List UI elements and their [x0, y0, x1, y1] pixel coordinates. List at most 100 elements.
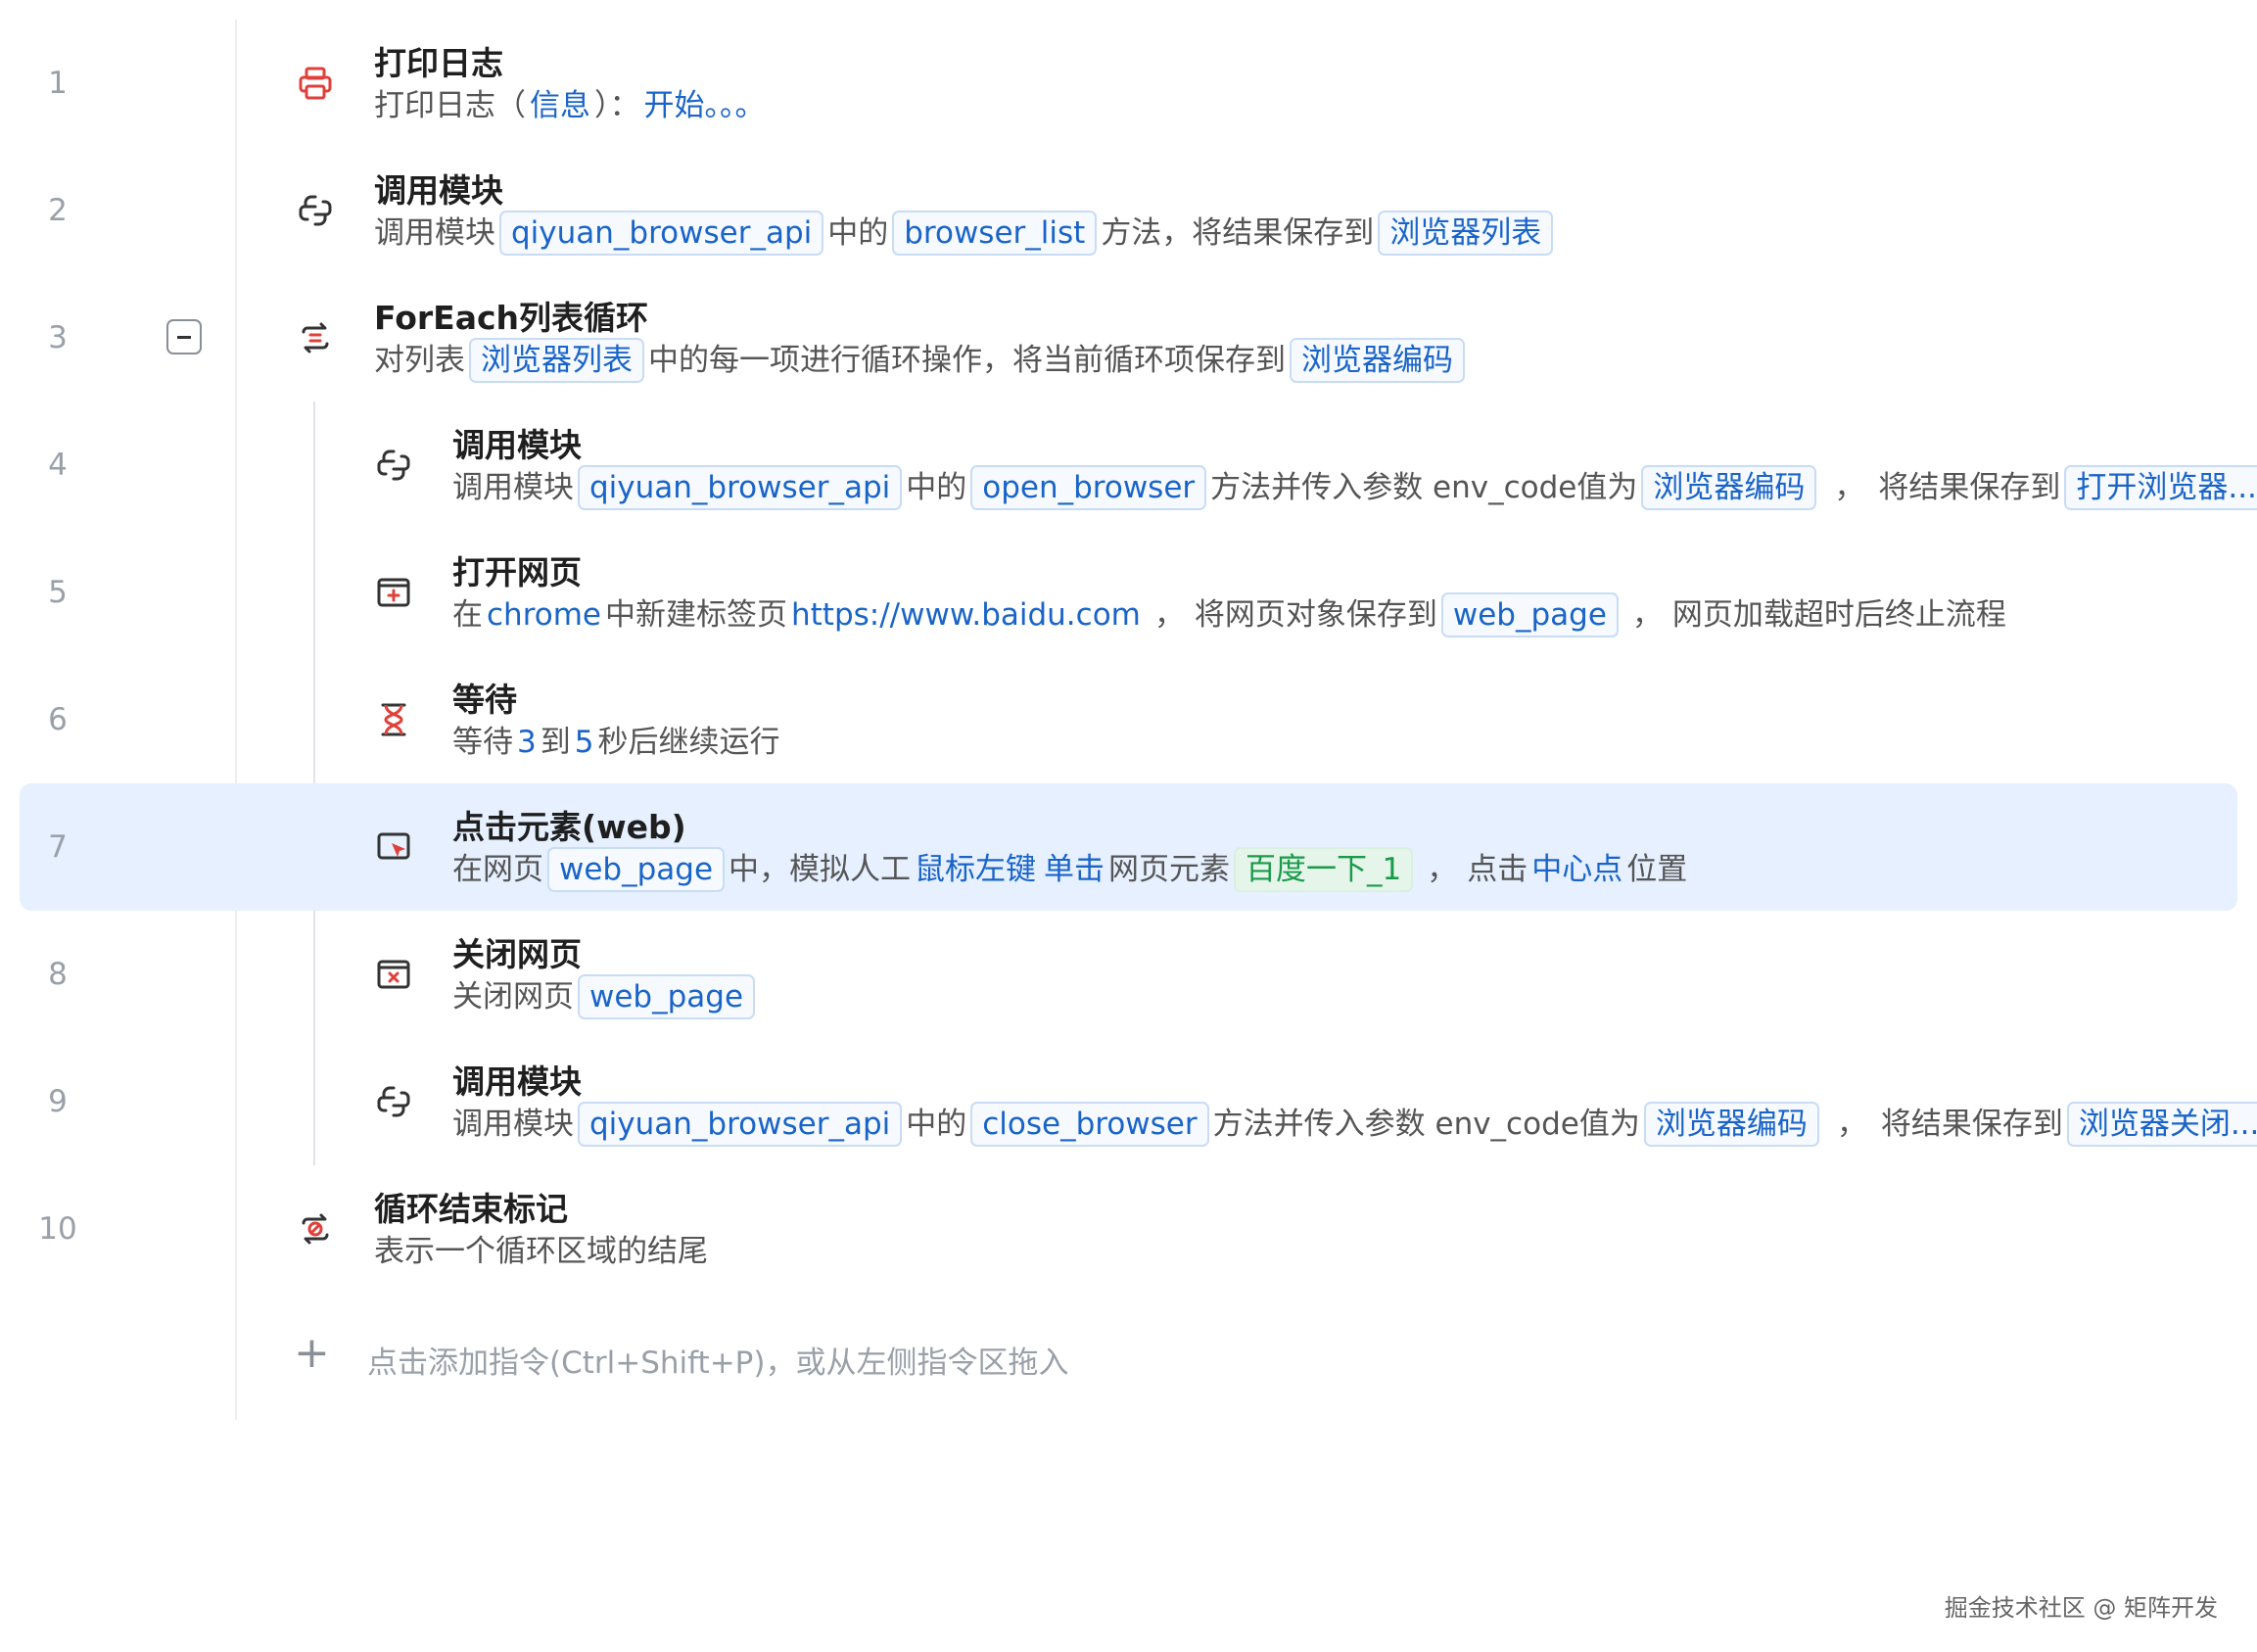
step-row-10[interactable]: 10 循环结束标记 表示一个循环区域的结尾: [0, 1165, 2257, 1293]
step-row-1[interactable]: 1 打印日志 打印日志（ 信息）： 开始。。。: [0, 20, 2257, 147]
step-title: 打印日志: [374, 44, 503, 82]
step-row-9[interactable]: 9 调用模块 调用模块 qiyuan_browser_api 中的 close_bro…: [0, 1038, 2257, 1165]
desc-text: 方法并传入参数 env_code值为: [1212, 1107, 1640, 1142]
desc-text: 将网页对象保存到: [1194, 597, 1437, 633]
step-row-8[interactable]: 8 关闭网页 关闭网页 web_page: [0, 911, 2257, 1038]
result-variable-tag[interactable]: 浏览器关闭...: [2066, 1102, 2257, 1147]
desc-text: 等待: [452, 725, 513, 760]
result-variable-tag[interactable]: 打开浏览器...: [2064, 465, 2257, 510]
desc-text: 将结果保存到: [1880, 1107, 2063, 1142]
module-tag[interactable]: qiyuan_browser_api: [578, 1102, 903, 1147]
desc-text: 表示一个循环区域的结尾: [374, 1234, 708, 1269]
param-variable-tag[interactable]: 浏览器编码: [1641, 465, 1817, 510]
desc-text: ，: [1836, 1107, 1867, 1142]
browser-type-value[interactable]: chrome: [487, 597, 601, 633]
line-number: 6: [48, 702, 68, 737]
mouse-button-value[interactable]: 鼠标左键: [915, 852, 1036, 887]
desc-text: 中新建标签页: [605, 597, 787, 633]
python-module-icon: [374, 446, 413, 485]
add-instruction-hint[interactable]: 点击添加指令(Ctrl+Shift+P)，或从左侧指令区拖入: [367, 1338, 1068, 1382]
step-row-2[interactable]: 2 调用模块 调用模块 qiyuan_browser_api 中的 browser_l…: [0, 147, 2257, 274]
method-tag[interactable]: open_browser: [970, 465, 1207, 510]
python-module-icon: [296, 191, 335, 230]
close-tab-icon: [374, 955, 413, 994]
desc-text: 点击: [1467, 852, 1528, 887]
step-title: 调用模块: [374, 171, 503, 210]
desc-text: 对列表: [374, 343, 465, 378]
line-number: 8: [48, 957, 68, 992]
open-tab-icon: [374, 573, 413, 612]
desc-text: 到: [540, 725, 571, 760]
desc-text: 打印日志（: [374, 88, 526, 123]
step-description: 对列表 浏览器列表 中的每一项进行循环操作，将当前循环项保存到 浏览器编码: [374, 337, 1469, 384]
step-title: 循环结束标记: [374, 1190, 568, 1228]
step-row-7[interactable]: 7 点击元素(web) 在网页 web_page 中，模拟人工 鼠标左键 单击 网页元素百…: [0, 783, 2257, 911]
click-type-value[interactable]: 单击: [1044, 852, 1105, 887]
step-description: 等待 3 到 5 秒后继续运行: [452, 719, 779, 766]
step-row-4[interactable]: 4 调用模块 调用模块 qiyuan_browser_api 中的 open_brow…: [0, 401, 2257, 529]
module-tag[interactable]: qiyuan_browser_api: [578, 465, 903, 510]
log-level-value[interactable]: 信息: [530, 88, 590, 123]
desc-text: 在网页: [452, 852, 543, 887]
step-title: 调用模块: [452, 1062, 582, 1101]
python-module-icon: [374, 1082, 413, 1121]
web-page-variable-tag[interactable]: web_page: [547, 847, 726, 892]
param-variable-tag[interactable]: 浏览器编码: [1643, 1102, 1819, 1147]
click-element-icon: [374, 827, 413, 867]
desc-text: 调用模块: [452, 1107, 574, 1142]
plus-icon[interactable]: +: [294, 1332, 330, 1375]
line-number: 2: [48, 193, 68, 228]
loop-end-icon: [296, 1209, 335, 1249]
desc-text: 秒后继续运行: [597, 725, 780, 760]
collapse-button[interactable]: [166, 319, 202, 354]
desc-text: 网页加载超时后终止流程: [1671, 597, 2006, 633]
add-instruction-row[interactable]: + 点击添加指令(Ctrl+Shift+P)，或从左侧指令区拖入: [0, 1293, 2257, 1420]
desc-text: 中的: [827, 215, 889, 251]
item-variable-tag[interactable]: 浏览器编码: [1290, 338, 1465, 383]
log-message-value[interactable]: 开始。。。: [644, 88, 766, 123]
desc-text: 中的: [906, 470, 967, 505]
line-number: 10: [38, 1211, 77, 1247]
line-number: 9: [48, 1084, 68, 1119]
step-description: 调用模块 qiyuan_browser_api 中的 close_browser 方法并…: [452, 1101, 2257, 1148]
step-row-3[interactable]: 3 ForEach列表循环 对列表 浏览器列表 中的每一项进行循环操作，将当前循环项…: [0, 274, 2257, 401]
desc-text: 位置: [1626, 852, 1688, 887]
step-title: 等待: [452, 681, 517, 719]
step-description: 在 chrome 中新建标签页 https://www.baidu.com，将网页对象…: [452, 591, 2006, 638]
step-description: 调用模块 qiyuan_browser_api 中的 browser_list 方法，将…: [374, 210, 1557, 257]
desc-text: ，: [1631, 597, 1663, 633]
line-number: 5: [48, 575, 68, 610]
method-tag[interactable]: browser_list: [892, 211, 1098, 256]
step-description: 调用模块 qiyuan_browser_api 中的 open_browser 方法并传…: [452, 464, 2257, 511]
step-description: 打印日志（ 信息）： 开始。。。: [374, 82, 770, 129]
desc-text: 方法并传入参数 env_code值为: [1210, 470, 1638, 505]
web-page-variable-tag[interactable]: web_page: [1440, 592, 1619, 637]
desc-text: 中的每一项进行循环操作，将当前循环项保存到: [648, 343, 1286, 378]
desc-text: ，: [1153, 597, 1185, 633]
result-variable-tag[interactable]: 浏览器列表: [1378, 211, 1554, 256]
desc-text: 将结果保存到: [1878, 470, 2061, 505]
step-title: 调用模块: [452, 426, 582, 464]
step-row-5[interactable]: 5 打开网页 在 chrome 中新建标签页 https://www.baidu.co…: [0, 529, 2257, 656]
desc-text: 网页元素: [1108, 852, 1231, 887]
step-row-6[interactable]: 6 等待 等待 3 到 5 秒后继续运行: [0, 656, 2257, 783]
step-title: ForEach列表循环: [374, 299, 649, 337]
loop-icon: [296, 318, 335, 357]
click-position-value[interactable]: 中心点: [1531, 852, 1622, 887]
desc-text: 关闭网页: [452, 979, 574, 1015]
desc-text: ，: [1834, 470, 1865, 505]
step-title: 关闭网页: [452, 935, 582, 973]
line-number: 7: [48, 829, 68, 865]
list-variable-tag[interactable]: 浏览器列表: [469, 338, 644, 383]
step-description: 表示一个循环区域的结尾: [374, 1228, 708, 1275]
module-tag[interactable]: qiyuan_browser_api: [499, 211, 824, 256]
element-tag[interactable]: 百度一下_1: [1234, 847, 1414, 892]
desc-text: 调用模块: [374, 215, 495, 251]
web-page-variable-tag[interactable]: web_page: [578, 974, 756, 1019]
url-value[interactable]: https://www.baidu.com: [791, 597, 1141, 633]
max-seconds-value[interactable]: 5: [575, 725, 594, 760]
min-seconds-value[interactable]: 3: [517, 725, 537, 760]
step-title: 打开网页: [452, 553, 582, 591]
desc-text: 调用模块: [452, 470, 574, 505]
method-tag[interactable]: close_browser: [970, 1102, 1209, 1147]
